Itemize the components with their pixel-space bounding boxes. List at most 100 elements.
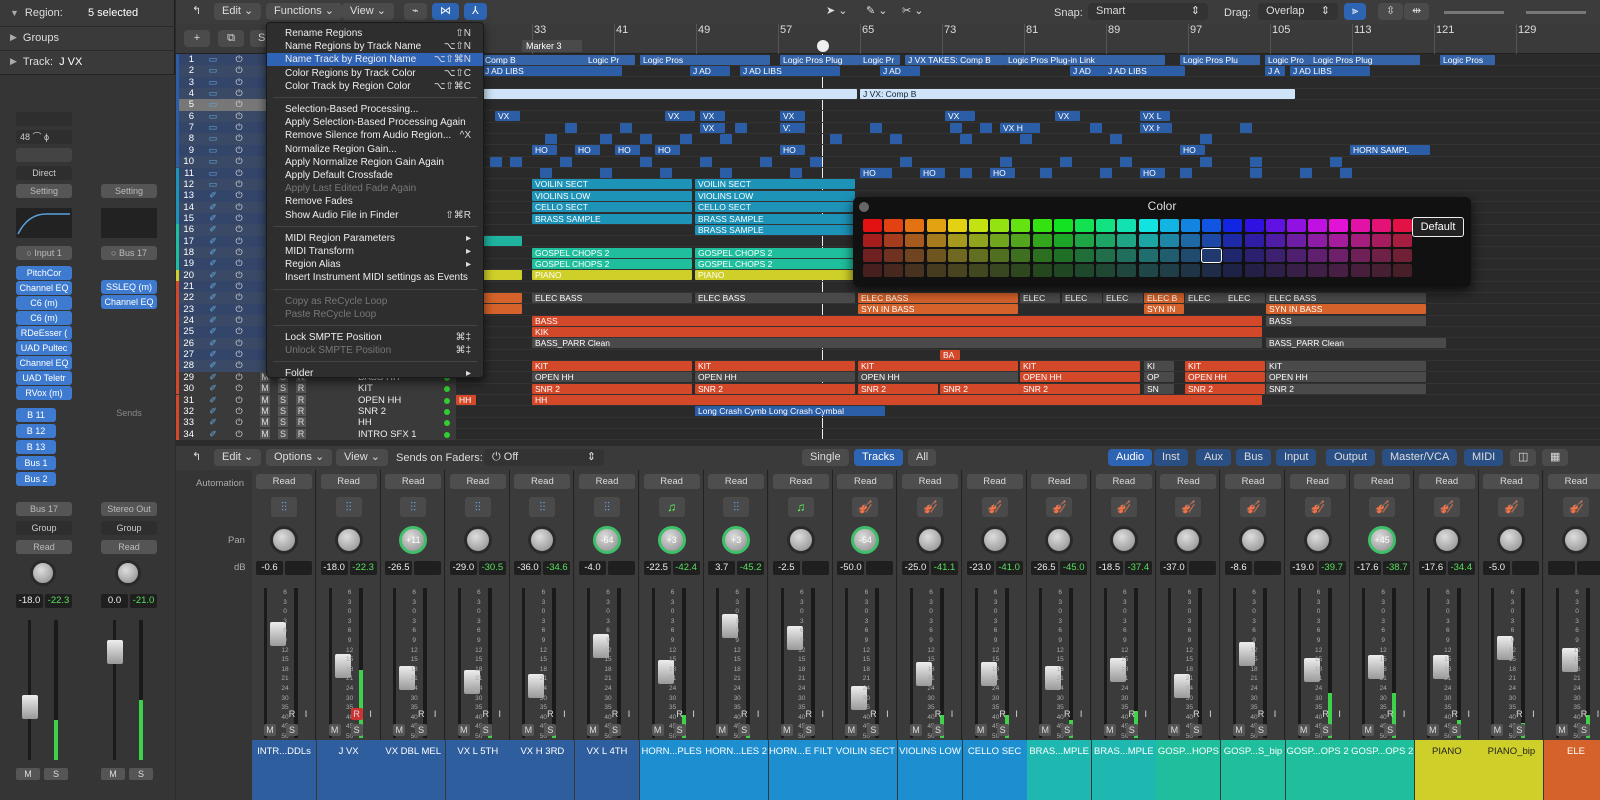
region[interactable]: VX — [495, 111, 520, 122]
input-monitor-button[interactable]: I — [1398, 708, 1410, 720]
region[interactable]: SNR 2 — [1185, 383, 1265, 394]
color-swatch[interactable] — [1223, 219, 1243, 232]
menu-item[interactable]: Rename Regions ⇧N — [267, 27, 483, 40]
power-icon[interactable]: ⏻ — [234, 88, 244, 98]
pan-knob[interactable] — [115, 560, 141, 586]
color-swatch[interactable] — [1032, 234, 1052, 247]
region[interactable] — [640, 134, 652, 145]
automation-icon[interactable]: ⌁ — [404, 3, 427, 20]
record-button[interactable]: R — [296, 383, 306, 394]
region[interactable] — [1100, 168, 1112, 179]
input-monitor-button[interactable]: I — [1592, 708, 1600, 720]
color-swatch[interactable] — [1117, 249, 1137, 262]
color-swatch[interactable] — [863, 234, 882, 247]
channel-name[interactable]: PIANO — [1414, 740, 1479, 800]
color-swatch[interactable] — [905, 219, 925, 232]
channel-name[interactable]: ELE — [1544, 740, 1600, 800]
region[interactable]: SN — [1144, 383, 1174, 394]
power-icon[interactable]: ⏻ — [234, 383, 244, 393]
bar-ruler[interactable]: 33 41 49 57 65 73 81 89 97 105 113 121 129 Marker 3 — [456, 24, 1600, 54]
automation-mode-button[interactable]: Read — [1483, 474, 1540, 489]
region[interactable] — [1200, 134, 1212, 145]
region[interactable]: SNR 2 — [858, 383, 938, 394]
region[interactable] — [760, 156, 772, 167]
single-view-button[interactable]: Single — [802, 449, 849, 466]
plugin-slot[interactable]: UAD Teletr — [16, 371, 72, 385]
region[interactable]: HO — [780, 145, 805, 156]
region[interactable]: OPEN HH — [1266, 372, 1426, 383]
disclosure-triangle-icon[interactable]: ▶ — [10, 56, 17, 67]
mute-button[interactable]: M — [780, 724, 793, 736]
gain-display[interactable]: 48 ⌒ ϕ — [16, 130, 72, 144]
region[interactable] — [1120, 156, 1132, 167]
mute-button[interactable]: M — [1297, 724, 1310, 736]
record-button[interactable]: R — [1578, 708, 1590, 720]
region[interactable]: OPEN HH — [695, 372, 855, 383]
record-button[interactable]: R — [1513, 708, 1525, 720]
volume-fader[interactable] — [1556, 588, 1578, 738]
color-swatch[interactable] — [1265, 249, 1285, 262]
color-swatch[interactable] — [905, 249, 925, 262]
color-swatch[interactable] — [990, 249, 1010, 262]
region[interactable]: KIT — [858, 361, 1018, 372]
menu-item[interactable]: MIDI Region Parameters ▸ — [267, 232, 483, 245]
region[interactable]: KIT — [695, 361, 855, 372]
channel-name[interactable]: VX L 4TH — [575, 740, 639, 800]
region[interactable]: Long Crash Cymb Long Crash Cymbal — [695, 406, 885, 417]
color-swatch[interactable] — [1371, 219, 1391, 232]
group-button[interactable]: Group — [16, 521, 72, 535]
region[interactable]: SYN IN — [1144, 304, 1184, 315]
color-swatch[interactable] — [1011, 249, 1031, 262]
region[interactable] — [482, 88, 857, 99]
track-row[interactable]: 32 ✐ ⏻ M S R SNR 2 — [176, 405, 456, 418]
violin-icon[interactable]: 🎻 — [1110, 497, 1137, 517]
color-swatch[interactable] — [1159, 219, 1179, 232]
functions-menu[interactable]: Functions ⌄ — [266, 3, 342, 20]
record-button[interactable]: R — [1126, 708, 1138, 720]
violin-icon[interactable]: 🎻 — [852, 497, 879, 517]
violin-icon[interactable]: 🎻 — [1304, 497, 1331, 517]
power-icon[interactable]: ⏻ — [234, 122, 244, 132]
region[interactable]: SNR 2 — [1266, 383, 1426, 394]
solo-button[interactable]: S — [278, 417, 288, 428]
color-swatch[interactable] — [1223, 234, 1243, 247]
region[interactable]: PIANO — [532, 270, 692, 281]
mute-button[interactable]: M — [974, 724, 987, 736]
color-swatch[interactable] — [969, 264, 988, 277]
region[interactable]: HH — [456, 395, 476, 406]
region[interactable] — [1020, 134, 1032, 145]
mute-button[interactable]: M — [393, 724, 406, 736]
filter-button-aux[interactable]: Aux — [1196, 449, 1231, 466]
region[interactable] — [482, 292, 522, 303]
region[interactable]: VX — [780, 111, 805, 122]
color-swatch[interactable] — [1138, 219, 1158, 232]
record-button[interactable]: R — [296, 417, 306, 428]
region[interactable]: VX — [700, 111, 725, 122]
volume-fader[interactable] — [522, 588, 545, 738]
volume-fader[interactable] — [22, 620, 38, 760]
power-icon[interactable]: ⏻ — [234, 326, 244, 336]
region[interactable]: KIT — [1266, 361, 1426, 372]
volume-fader[interactable] — [1297, 588, 1320, 738]
region[interactable]: HORN SAMPL — [1350, 145, 1430, 156]
pan-knob[interactable] — [270, 526, 298, 554]
solo-button[interactable]: S — [415, 724, 428, 736]
pan-knob[interactable] — [1174, 526, 1203, 554]
pan-knob[interactable] — [1562, 526, 1590, 554]
input-monitor-button[interactable]: I — [558, 708, 570, 720]
track-row[interactable]: 31 ✐ ⏻ M S R OPEN HH — [176, 394, 456, 406]
power-icon[interactable]: ⏻ — [234, 133, 244, 143]
color-swatch[interactable] — [1287, 249, 1306, 262]
menu-item[interactable]: Color Regions by Track Color ⌥⇧C — [267, 67, 483, 80]
region[interactable]: KIT — [1185, 361, 1265, 372]
mute-button[interactable]: M — [260, 417, 270, 428]
plugin-slot[interactable]: C6 (m) — [16, 311, 72, 325]
solo-button[interactable]: S — [932, 724, 944, 736]
region[interactable] — [600, 168, 612, 179]
automation-mode-button[interactable]: Read — [1289, 474, 1346, 489]
eq-thumbnail[interactable] — [101, 208, 157, 238]
color-swatch[interactable] — [1053, 264, 1073, 277]
input-monitor-button[interactable]: I — [1527, 708, 1539, 720]
solo-button[interactable]: S — [1578, 724, 1590, 736]
region[interactable] — [660, 168, 672, 179]
